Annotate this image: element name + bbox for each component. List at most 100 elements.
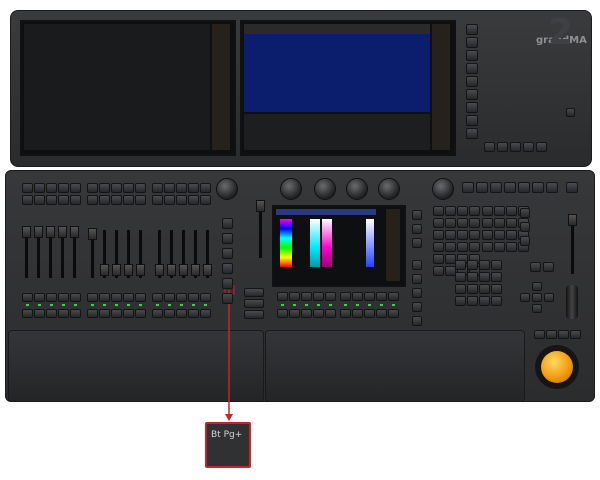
fader[interactable] [167, 264, 176, 276]
fader[interactable] [58, 226, 67, 238]
console-key[interactable] [99, 183, 110, 193]
console-key[interactable] [433, 218, 444, 228]
console-key[interactable] [152, 293, 163, 302]
console-key[interactable] [244, 299, 264, 308]
console-key[interactable] [532, 282, 542, 291]
console-key[interactable] [313, 292, 324, 301]
console-key[interactable] [445, 218, 456, 228]
console-key[interactable] [469, 218, 480, 228]
console-key[interactable] [164, 309, 175, 318]
console-key[interactable] [412, 210, 422, 220]
console-key[interactable] [22, 195, 33, 205]
console-key[interactable] [277, 292, 288, 301]
console-key[interactable] [494, 218, 505, 228]
console-key[interactable] [467, 272, 478, 282]
console-key[interactable] [532, 304, 542, 313]
console-key[interactable] [135, 293, 146, 302]
console-key[interactable] [176, 195, 187, 205]
fader[interactable] [568, 214, 577, 226]
console-key[interactable] [34, 195, 45, 205]
screen-key[interactable] [484, 142, 495, 152]
console-key[interactable] [188, 183, 199, 193]
fader[interactable] [124, 264, 133, 276]
console-key[interactable] [433, 254, 444, 264]
console-key[interactable] [188, 195, 199, 205]
console-key[interactable] [412, 260, 422, 270]
console-key[interactable] [412, 288, 422, 298]
console-key[interactable] [46, 195, 57, 205]
console-key[interactable] [433, 230, 444, 240]
screen-key[interactable] [566, 108, 575, 117]
console-key[interactable] [200, 183, 211, 193]
bt-page-up-key[interactable]: Bt Pg+ [205, 422, 251, 468]
console-key[interactable] [364, 292, 375, 301]
console-key[interactable] [222, 263, 233, 274]
console-key[interactable] [222, 248, 233, 259]
console-key[interactable] [301, 309, 312, 318]
console-key[interactable] [46, 309, 57, 318]
console-key[interactable] [99, 293, 110, 302]
console-key[interactable] [164, 293, 175, 302]
console-key[interactable] [244, 288, 264, 297]
console-key[interactable] [222, 218, 233, 229]
console-key[interactable] [313, 309, 324, 318]
console-key[interactable] [518, 182, 530, 193]
console-key[interactable] [388, 309, 399, 318]
console-key[interactable] [455, 284, 466, 294]
console-key[interactable] [467, 284, 478, 294]
console-key[interactable] [506, 218, 517, 228]
console-key[interactable] [506, 230, 517, 240]
fader[interactable] [155, 264, 164, 276]
console-key[interactable] [325, 292, 336, 301]
console-key[interactable] [479, 284, 490, 294]
fader[interactable] [100, 264, 109, 276]
console-key[interactable] [433, 242, 444, 252]
console-key[interactable] [70, 309, 81, 318]
console-key[interactable] [152, 309, 163, 318]
console-key[interactable] [455, 296, 466, 306]
console-key[interactable] [566, 182, 578, 193]
screen-key[interactable] [536, 142, 547, 152]
console-key[interactable] [388, 292, 399, 301]
console-key[interactable] [123, 183, 134, 193]
console-key[interactable] [520, 293, 530, 302]
screen-key[interactable] [466, 50, 478, 61]
console-key[interactable] [58, 309, 69, 318]
console-key[interactable] [22, 183, 33, 193]
console-key[interactable] [111, 195, 122, 205]
console-key[interactable] [46, 183, 57, 193]
console-key[interactable] [467, 296, 478, 306]
console-key[interactable] [325, 309, 336, 318]
console-key[interactable] [376, 292, 387, 301]
console-key[interactable] [506, 242, 517, 252]
console-key[interactable] [433, 266, 444, 276]
console-key[interactable] [176, 309, 187, 318]
console-key[interactable] [99, 195, 110, 205]
console-key[interactable] [70, 195, 81, 205]
console-key[interactable] [22, 309, 33, 318]
screen-key[interactable] [510, 142, 521, 152]
console-key[interactable] [301, 292, 312, 301]
fader[interactable] [191, 264, 200, 276]
console-key[interactable] [543, 262, 554, 272]
console-key[interactable] [34, 183, 45, 193]
fader[interactable] [22, 226, 31, 238]
fader[interactable] [70, 226, 79, 238]
fader[interactable] [88, 228, 97, 240]
console-key[interactable] [164, 183, 175, 193]
console-key[interactable] [135, 309, 146, 318]
console-key[interactable] [476, 182, 488, 193]
console-key[interactable] [152, 195, 163, 205]
console-key[interactable] [455, 260, 466, 270]
console-key[interactable] [376, 309, 387, 318]
console-key[interactable] [469, 206, 480, 216]
fader[interactable] [203, 264, 212, 276]
console-key[interactable] [87, 309, 98, 318]
console-key[interactable] [111, 183, 122, 193]
console-key[interactable] [445, 206, 456, 216]
console-key[interactable] [482, 230, 493, 240]
console-key[interactable] [469, 230, 480, 240]
console-key[interactable] [176, 293, 187, 302]
console-key[interactable] [46, 293, 57, 302]
screen-key[interactable] [466, 128, 478, 139]
